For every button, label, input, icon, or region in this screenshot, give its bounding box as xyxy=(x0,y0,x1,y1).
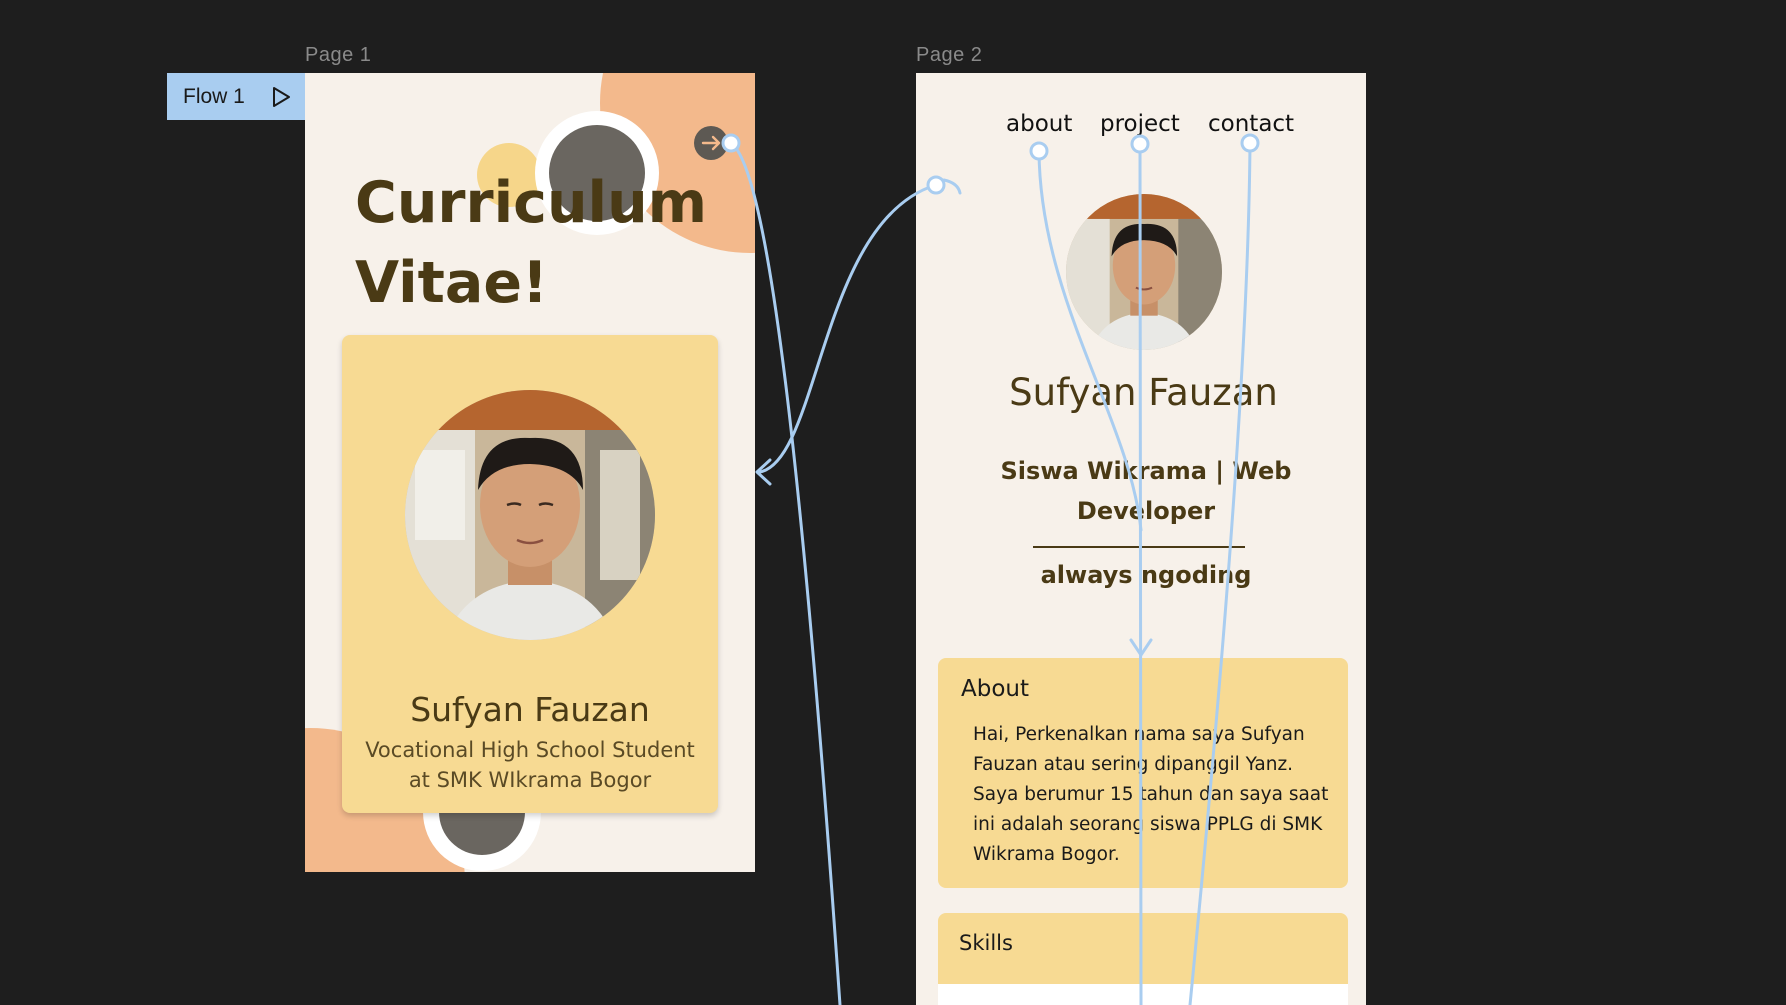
nav-item-project[interactable]: project xyxy=(1100,111,1180,137)
frame-label-page-2[interactable]: Page 2 xyxy=(916,44,982,67)
frame-page-2[interactable]: about project contact Sufyan Fauzan Sisw… xyxy=(916,73,1366,1005)
profile-name: Sufyan Fauzan xyxy=(1009,371,1278,414)
connector-back-to-page1 xyxy=(758,183,938,474)
nav-item-contact[interactable]: contact xyxy=(1208,111,1294,137)
page-title: Curriculum Vitae! xyxy=(355,170,708,316)
profile-photo-small xyxy=(1066,194,1222,350)
frame-page-1[interactable]: Curriculum Vitae! Sufyan Fauzan Vocation… xyxy=(305,73,755,872)
flow-start-tag[interactable]: Flow 1 xyxy=(167,73,305,120)
nav-item-about[interactable]: about xyxy=(1006,111,1072,137)
play-icon[interactable] xyxy=(269,85,293,109)
frame-label-page-1[interactable]: Page 1 xyxy=(305,44,371,67)
about-section: About Hai, Perkenalkan nama saya Sufyan … xyxy=(938,658,1348,888)
about-title: About xyxy=(961,676,1030,702)
flow-label: Flow 1 xyxy=(183,84,245,108)
card-subtitle: Vocational High School Student at SMK WI… xyxy=(365,738,695,792)
divider xyxy=(1033,546,1245,548)
arrow-right-icon xyxy=(701,135,721,151)
profile-photo xyxy=(405,390,655,640)
profile-card: Sufyan Fauzan Vocational High School Stu… xyxy=(342,335,718,813)
prototype-connections xyxy=(721,133,1260,1005)
top-nav: about project contact xyxy=(916,111,1366,141)
skills-content xyxy=(938,984,1348,1005)
skills-title: Skills xyxy=(959,931,1013,955)
profile-tagline: always ngoding xyxy=(1040,561,1252,589)
card-name: Sufyan Fauzan xyxy=(410,690,650,729)
skills-section: Skills xyxy=(938,913,1348,1005)
profile-role: Siswa Wikrama | Web Developer xyxy=(1000,457,1292,525)
next-page-button[interactable] xyxy=(694,126,728,160)
about-text: Hai, Perkenalkan nama saya Sufyan Fauzan… xyxy=(973,724,1329,865)
